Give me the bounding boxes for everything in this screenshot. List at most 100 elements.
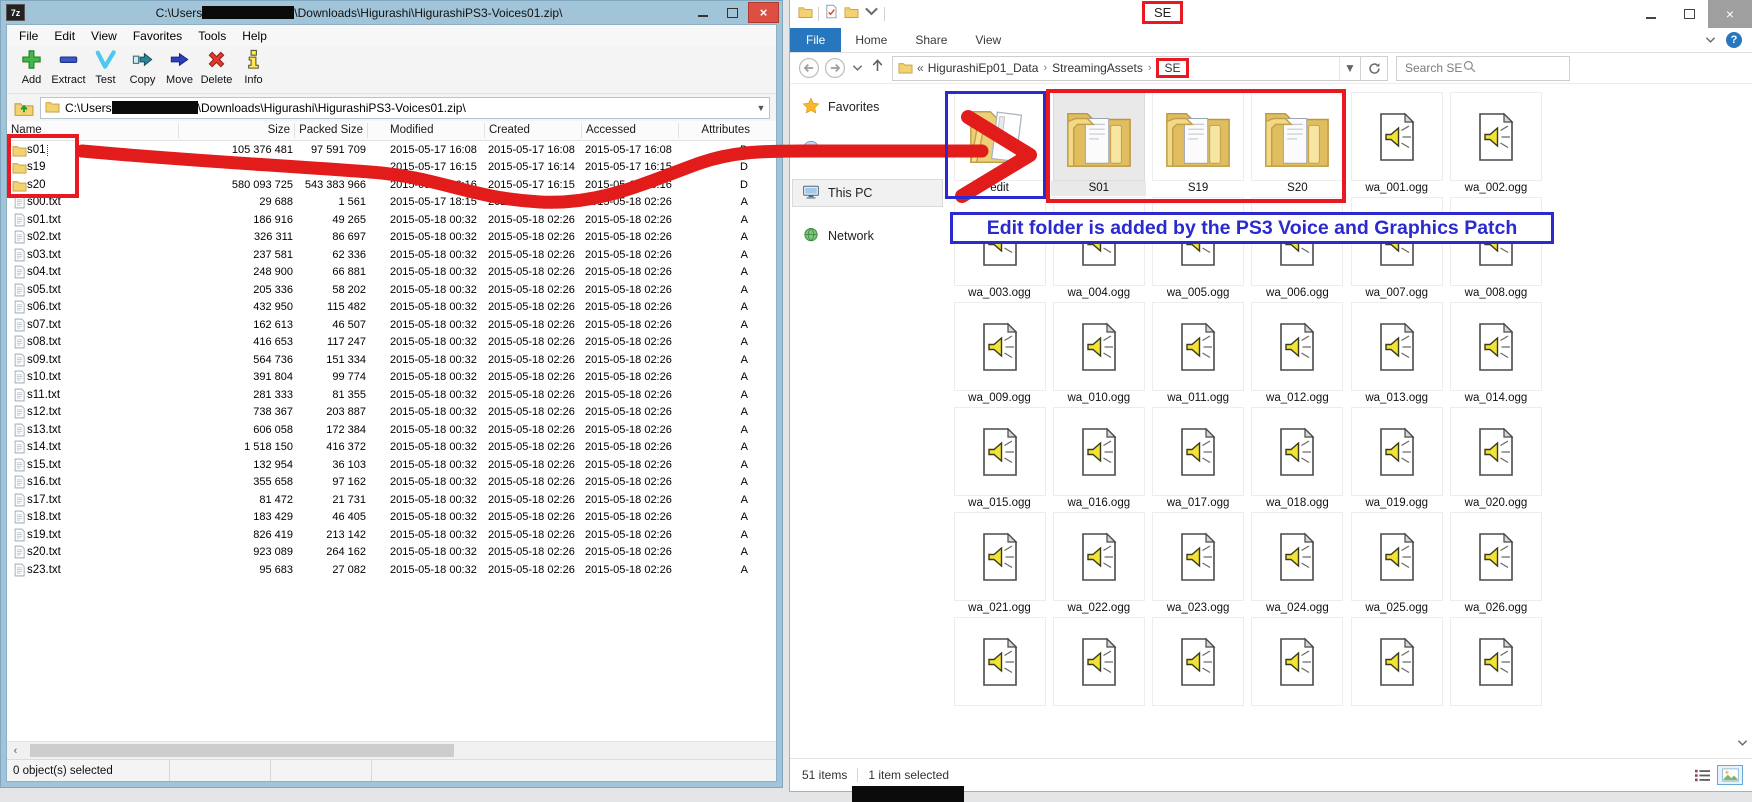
table-row[interactable]: s12.txt 738 367 203 887 2015-05-18 00:32… bbox=[7, 404, 776, 422]
column-header-attributes[interactable]: Attributes bbox=[679, 123, 776, 138]
folder-tile-s20[interactable]: S20 bbox=[1248, 92, 1347, 197]
sidebar-item-network[interactable]: Network bbox=[790, 223, 948, 249]
tile-icon-box[interactable] bbox=[1450, 92, 1542, 181]
tile-icon-box[interactable] bbox=[1251, 197, 1343, 286]
file-tile-wa_021-ogg[interactable]: wa_021.ogg bbox=[950, 512, 1049, 617]
file-tile-wa_020-ogg[interactable]: wa_020.ogg bbox=[1446, 407, 1545, 512]
file-tile-clipped[interactable] bbox=[1049, 617, 1148, 722]
menu-edit[interactable]: Edit bbox=[46, 27, 83, 45]
tile-icon-box[interactable] bbox=[1450, 407, 1542, 496]
maximize-button[interactable] bbox=[718, 3, 747, 22]
tile-icon-box[interactable] bbox=[1152, 512, 1244, 601]
file-tile-clipped[interactable] bbox=[1149, 617, 1248, 722]
chevron-down-icon[interactable] bbox=[864, 4, 879, 24]
file-tile-wa_017-ogg[interactable]: wa_017.ogg bbox=[1149, 407, 1248, 512]
tile-icon-box[interactable] bbox=[954, 197, 1046, 286]
refresh-button[interactable] bbox=[1361, 56, 1388, 81]
tile-icon-box[interactable] bbox=[1053, 512, 1145, 601]
column-header-created[interactable]: Created bbox=[485, 123, 582, 138]
tab-share[interactable]: Share bbox=[901, 28, 961, 52]
file-tile-wa_014-ogg[interactable]: wa_014.ogg bbox=[1446, 302, 1545, 407]
tab-view[interactable]: View bbox=[961, 28, 1015, 52]
table-row[interactable]: s01 105 376 481 97 591 709 2015-05-17 16… bbox=[7, 141, 776, 159]
table-row[interactable]: s14.txt 1 518 150 416 372 2015-05-18 00:… bbox=[7, 439, 776, 457]
column-header-name[interactable]: Name bbox=[7, 123, 179, 138]
scrollbar-thumb[interactable] bbox=[30, 744, 454, 757]
thumbnail-view-button[interactable] bbox=[1718, 766, 1742, 784]
menu-view[interactable]: View bbox=[83, 27, 125, 45]
file-tile-wa_005-ogg[interactable]: wa_005.ogg bbox=[1149, 197, 1248, 302]
tile-icon-box[interactable] bbox=[1251, 407, 1343, 496]
tab-home[interactable]: Home bbox=[841, 28, 901, 52]
file-tile-wa_004-ogg[interactable]: wa_004.ogg bbox=[1049, 197, 1148, 302]
close-button[interactable]: × bbox=[1708, 0, 1752, 28]
table-row[interactable]: s02.txt 326 311 86 697 2015-05-18 00:32 … bbox=[7, 229, 776, 247]
tile-icon-box[interactable] bbox=[1450, 302, 1542, 391]
chevron-down-icon[interactable]: ▼ bbox=[1339, 57, 1360, 80]
tile-icon-box[interactable] bbox=[1053, 92, 1145, 181]
tab-file[interactable]: File bbox=[790, 28, 841, 52]
sidebar-item-favorites[interactable]: Favorites bbox=[790, 94, 948, 120]
table-row[interactable]: s13.txt 606 058 172 384 2015-05-18 00:32… bbox=[7, 421, 776, 439]
table-row[interactable]: s09.txt 564 736 151 334 2015-05-18 00:32… bbox=[7, 351, 776, 369]
file-tile-wa_011-ogg[interactable]: wa_011.ogg bbox=[1149, 302, 1248, 407]
table-row[interactable]: s04.txt 248 900 66 881 2015-05-18 00:32 … bbox=[7, 264, 776, 282]
close-button[interactable]: × bbox=[748, 2, 779, 23]
breadcrumb-item-se[interactable]: SE bbox=[1156, 61, 1188, 75]
tile-icon-box[interactable] bbox=[1351, 92, 1443, 181]
file-tile-clipped[interactable] bbox=[1248, 617, 1347, 722]
table-row[interactable]: s03.txt 237 581 62 336 2015-05-18 00:32 … bbox=[7, 246, 776, 264]
new-folder-icon[interactable] bbox=[844, 4, 859, 24]
menu-tools[interactable]: Tools bbox=[190, 27, 234, 45]
scroll-down-chevron-icon[interactable] bbox=[1737, 734, 1748, 752]
file-tile-clipped[interactable] bbox=[1446, 617, 1545, 722]
details-view-button[interactable] bbox=[1690, 766, 1714, 784]
properties-doc-icon[interactable] bbox=[824, 4, 839, 24]
file-tile-wa_013-ogg[interactable]: wa_013.ogg bbox=[1347, 302, 1446, 407]
column-header-packed-size[interactable]: Packed Size bbox=[295, 123, 368, 138]
table-row[interactable]: s15.txt 132 954 36 103 2015-05-18 00:32 … bbox=[7, 456, 776, 474]
sevenzip-titlebar[interactable]: 7z C:\Users\Downloads\Higurashi\Higurash… bbox=[0, 0, 783, 25]
table-row[interactable]: s19 2015-05-17 16:15 2015-05-17 16:14 20… bbox=[7, 159, 776, 177]
column-headers[interactable]: NameSizePacked SizeModifiedCreatedAccess… bbox=[7, 121, 776, 141]
file-tile-wa_024-ogg[interactable]: wa_024.ogg bbox=[1248, 512, 1347, 617]
menu-file[interactable]: File bbox=[11, 27, 46, 45]
table-row[interactable]: s18.txt 183 429 46 405 2015-05-18 00:32 … bbox=[7, 509, 776, 527]
scroll-left-arrow[interactable]: ‹ bbox=[7, 745, 24, 757]
tile-icon-box[interactable] bbox=[1351, 617, 1443, 706]
folder-tile-edit[interactable]: edit bbox=[950, 92, 1049, 197]
sidebar-item-homegroup[interactable]: Homegroup bbox=[790, 137, 948, 163]
tile-icon-box[interactable] bbox=[1251, 617, 1343, 706]
file-tile-wa_001-ogg[interactable]: wa_001.ogg bbox=[1347, 92, 1446, 197]
tile-icon-box[interactable] bbox=[1351, 512, 1443, 601]
add-button[interactable]: Add bbox=[13, 48, 50, 86]
file-tile-clipped[interactable] bbox=[1347, 617, 1446, 722]
tile-icon-box[interactable] bbox=[1053, 197, 1145, 286]
folder-tile-s01[interactable]: S01 bbox=[1049, 92, 1148, 197]
tile-icon-box[interactable] bbox=[1152, 302, 1244, 391]
tile-icon-box[interactable] bbox=[1450, 197, 1542, 286]
file-tile-wa_026-ogg[interactable]: wa_026.ogg bbox=[1446, 512, 1545, 617]
history-chevron-icon[interactable] bbox=[852, 59, 863, 77]
tile-icon-box[interactable] bbox=[1251, 92, 1343, 181]
table-row[interactable]: s20.txt 923 089 264 162 2015-05-18 00:32… bbox=[7, 544, 776, 562]
file-tile-wa_010-ogg[interactable]: wa_010.ogg bbox=[1049, 302, 1148, 407]
tile-icon-box[interactable] bbox=[954, 617, 1046, 706]
up-button[interactable] bbox=[869, 57, 886, 79]
tile-icon-box[interactable] bbox=[954, 92, 1046, 181]
table-row[interactable]: s05.txt 205 336 58 202 2015-05-18 00:32 … bbox=[7, 281, 776, 299]
table-row[interactable]: s00.txt 29 688 1 561 2015-05-17 18:15 20… bbox=[7, 194, 776, 212]
tile-icon-box[interactable] bbox=[1152, 92, 1244, 181]
extract-button[interactable]: Extract bbox=[50, 48, 87, 86]
file-tile-wa_019-ogg[interactable]: wa_019.ogg bbox=[1347, 407, 1446, 512]
file-tile-wa_008-ogg[interactable]: wa_008.ogg bbox=[1446, 197, 1545, 302]
chevron-down-icon[interactable]: ▼ bbox=[753, 103, 769, 113]
breadcrumb-collapsed[interactable]: « bbox=[917, 61, 924, 75]
test-button[interactable]: Test bbox=[87, 48, 124, 86]
tile-icon-box[interactable] bbox=[1450, 617, 1542, 706]
table-row[interactable]: s20 580 093 725 543 383 966 2015-05-17 1… bbox=[7, 176, 776, 194]
table-row[interactable]: s01.txt 186 916 49 265 2015-05-18 00:32 … bbox=[7, 211, 776, 229]
file-tile-wa_006-ogg[interactable]: wa_006.ogg bbox=[1248, 197, 1347, 302]
help-icon[interactable]: ? bbox=[1726, 32, 1742, 48]
parent-folder-button[interactable] bbox=[13, 98, 35, 118]
